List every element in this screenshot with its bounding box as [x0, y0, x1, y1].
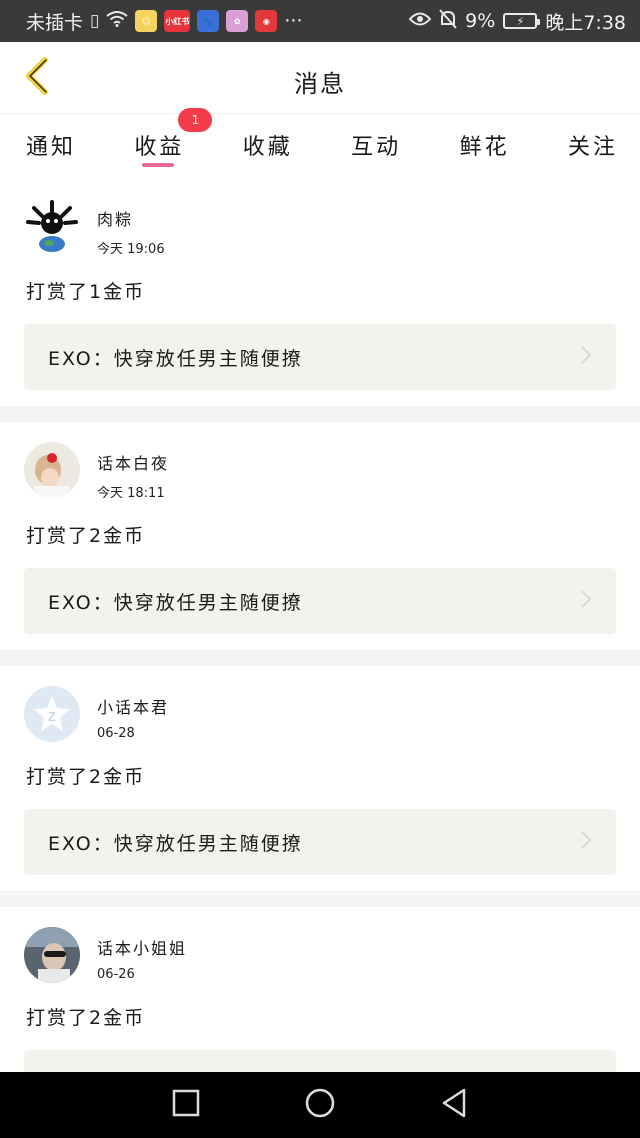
- app-icon-face: ☺: [135, 10, 158, 32]
- tab-favorites[interactable]: 收藏: [243, 115, 293, 175]
- tab-earnings[interactable]: 收益 1: [134, 108, 213, 175]
- list-item: Z 小话本君 06-28 打赏了2金币 EXO：快穿放任男主随便撩: [0, 666, 640, 891]
- tab-notice[interactable]: 通知: [26, 115, 76, 175]
- app-icon-xiaohongshu: 小红书: [164, 10, 191, 32]
- tab-bar: 通知 收益 1 收藏 互动 鲜花 关注: [0, 108, 640, 175]
- tab-flowers[interactable]: 鲜花: [460, 115, 510, 175]
- username[interactable]: 话本小姐姐: [97, 935, 187, 959]
- circle-icon: [304, 1087, 336, 1123]
- book-link[interactable]: EXO：快穿放任男主随便撩: [24, 809, 616, 875]
- unread-badge: 1: [178, 108, 213, 132]
- timestamp: 06-28: [97, 726, 135, 741]
- divider: [0, 891, 640, 907]
- tab-label: 互动: [351, 135, 402, 160]
- app-icon-baidu: 🐾: [197, 10, 220, 32]
- list-item: 话本白夜 今天 18:11 打赏了2金币 EXO：快穿放任男主随便撩: [0, 422, 640, 650]
- tab-label: 收藏: [242, 135, 293, 160]
- divider: [0, 406, 640, 422]
- book-title: EXO：快穿放任男主随便撩: [48, 591, 303, 614]
- username[interactable]: 话本白夜: [97, 450, 169, 474]
- page-title: 消息: [294, 70, 346, 98]
- message-list: 肉粽 今天 19:06 打赏了1金币 EXO：快穿放任男主随便撩 话本白夜 今天…: [0, 178, 640, 1132]
- timestamp: 今天 19:06: [97, 242, 165, 257]
- timestamp: 今天 18:11: [97, 486, 165, 501]
- back-nav-button[interactable]: [430, 1081, 478, 1129]
- avatar-spiky[interactable]: [24, 198, 80, 254]
- tab-label: 通知: [26, 135, 77, 160]
- chevron-right-icon: [580, 589, 592, 613]
- reward-text: 打赏了2金币: [26, 525, 146, 547]
- tab-label: 收益: [134, 135, 185, 160]
- battery-percent: 9%: [465, 10, 496, 32]
- eye-icon: [408, 11, 432, 31]
- mute-bell-icon: [439, 8, 457, 34]
- tab-label: 关注: [567, 135, 618, 160]
- tab-label: 鲜花: [459, 135, 510, 160]
- book-link[interactable]: EXO：快穿放任男主随便撩: [24, 324, 616, 390]
- status-bar: 未插卡 ▯ ☺ 小红书 🐾 ✿ ◉ ··· 9% ⚡ 晚上7:38: [0, 0, 640, 42]
- timestamp: 06-26: [97, 967, 135, 982]
- wifi-icon: [106, 10, 128, 32]
- avatar-default[interactable]: Z: [24, 686, 80, 742]
- tab-following[interactable]: 关注: [568, 115, 618, 175]
- recents-button[interactable]: [162, 1081, 210, 1129]
- username[interactable]: 小话本君: [97, 694, 169, 718]
- svg-text:Z: Z: [48, 709, 56, 724]
- more-indicator: ···: [284, 10, 303, 32]
- tab-interaction[interactable]: 互动: [351, 115, 401, 175]
- carrier-text: 未插卡: [26, 11, 84, 34]
- list-item: 肉粽 今天 19:06 打赏了1金币 EXO：快穿放任男主随便撩: [0, 178, 640, 406]
- app-icon-music: ◉: [255, 10, 278, 32]
- book-title: EXO：快穿放任男主随便撩: [48, 347, 303, 370]
- clock: 晚上7:38: [545, 11, 626, 34]
- square-icon: [172, 1089, 200, 1121]
- avatar-man[interactable]: [24, 927, 80, 983]
- triangle-back-icon: [440, 1088, 468, 1122]
- sim-icon: ▯: [90, 11, 100, 31]
- app-icon-flower: ✿: [226, 10, 249, 32]
- username[interactable]: 肉粽: [97, 206, 165, 230]
- chevron-right-icon: [580, 345, 592, 369]
- reward-text: 打赏了1金币: [26, 281, 146, 303]
- battery-icon: ⚡: [503, 13, 541, 29]
- avatar-girl[interactable]: [24, 442, 80, 498]
- divider: [0, 650, 640, 666]
- reward-text: 打赏了2金币: [26, 1007, 146, 1029]
- home-button[interactable]: [296, 1081, 344, 1129]
- reward-text: 打赏了2金币: [26, 766, 146, 788]
- chevron-right-icon: [580, 830, 592, 854]
- system-nav-bar: [0, 1072, 640, 1138]
- book-title: EXO：快穿放任男主随便撩: [48, 832, 303, 855]
- book-link[interactable]: EXO：快穿放任男主随便撩: [24, 568, 616, 634]
- header: 消息: [0, 42, 640, 114]
